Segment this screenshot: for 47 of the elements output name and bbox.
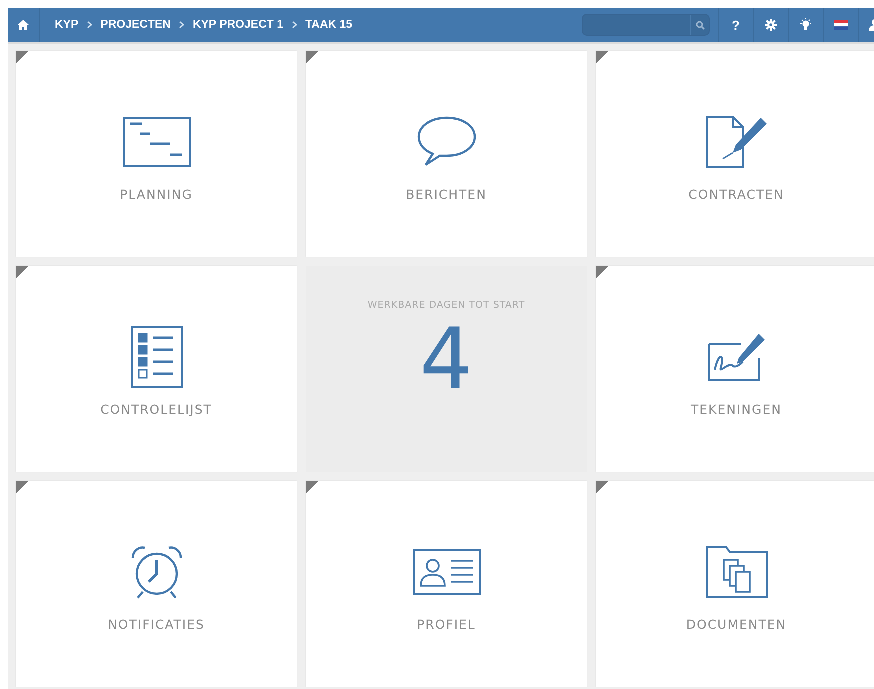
corner-fold-icon: [16, 481, 29, 494]
breadcrumb-link[interactable]: KYP: [55, 19, 79, 31]
breadcrumb-link[interactable]: KYP PROJECT 1: [192, 19, 284, 31]
tile-card[interactable]: BERICHTEN: [306, 51, 587, 257]
drawing-pad-icon: [706, 332, 766, 382]
chevron-icon: [178, 21, 185, 29]
corner-fold-icon: [306, 51, 319, 64]
tile-label: PROFIEL: [417, 616, 476, 632]
tile-card[interactable]: NOTIFICATIES: [16, 481, 297, 687]
breadcrumb-link[interactable]: TAAK 15: [306, 19, 353, 31]
search-field[interactable]: [582, 14, 710, 36]
corner-fold-icon: [596, 51, 609, 64]
document-pen-icon: [704, 114, 768, 168]
tile-label: BERICHTEN: [406, 186, 487, 202]
tile-label: DOCUMENTEN: [686, 616, 787, 632]
chevron-icon: [292, 21, 298, 29]
search-icon: [696, 20, 704, 30]
speech-bubble-icon: [416, 116, 478, 168]
tile-card[interactable]: TEKENINGEN: [596, 266, 874, 472]
tile-label: CONTRACTEN: [688, 186, 784, 202]
tile-card[interactable]: CONTRACTEN: [596, 51, 874, 257]
tile-label: PLANNING: [120, 186, 193, 202]
tile-label: TEKENINGEN: [691, 402, 782, 416]
flag-icon: [834, 20, 848, 30]
counter-label: WERKBARE DAGEN TOT START: [368, 300, 526, 311]
chevron-icon: [86, 21, 93, 29]
settings-icon: [765, 19, 777, 31]
help-button[interactable]: ?: [718, 8, 753, 42]
corner-fold-icon: [596, 266, 609, 279]
folder-documents-icon: [706, 546, 768, 598]
tile-label: CONTROLELIJST: [100, 402, 212, 416]
tile-label: NOTIFICATIES: [108, 616, 205, 632]
tile-card[interactable]: PLANNING: [16, 51, 297, 257]
tile-card[interactable]: DOCUMENTEN: [596, 481, 874, 687]
corner-fold-icon: [16, 266, 29, 279]
tile-card[interactable]: CONTROLELIJST: [16, 266, 297, 472]
corner-fold-icon: [596, 481, 609, 494]
corner-fold-icon: [306, 481, 319, 494]
counter-value: 4: [420, 317, 474, 401]
id-card-icon: [412, 548, 480, 594]
tile-card[interactable]: PROFIEL: [306, 481, 587, 687]
checklist-icon: [130, 326, 182, 388]
corner-fold-icon: [16, 51, 29, 64]
breadcrumb-link[interactable]: PROJECTEN: [100, 19, 171, 31]
home-icon: [18, 20, 29, 30]
lightbulb-icon: [800, 18, 812, 32]
gantt-chart-icon: [122, 116, 190, 166]
